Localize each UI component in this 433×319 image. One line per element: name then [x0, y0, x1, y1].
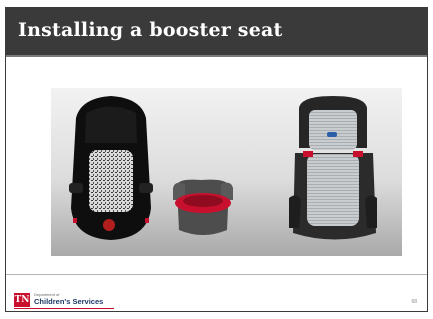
slide-footer: TN Department of Children's Services 68	[6, 275, 427, 311]
high-back-booster-gray	[289, 96, 377, 240]
tn-logo: TN	[14, 293, 30, 307]
slide-header: Installing a booster seat	[6, 8, 427, 55]
slide-title: Installing a booster seat	[18, 19, 283, 41]
page-number: 68	[411, 299, 417, 305]
logo-underline	[14, 308, 114, 309]
high-back-booster-black	[69, 96, 153, 240]
booster-seats-photo	[51, 88, 402, 256]
header-divider	[6, 55, 427, 57]
backless-booster-red	[173, 179, 233, 235]
department-name: Children's Services	[34, 297, 104, 306]
slide: Installing a booster seat TN Department …	[5, 7, 428, 312]
